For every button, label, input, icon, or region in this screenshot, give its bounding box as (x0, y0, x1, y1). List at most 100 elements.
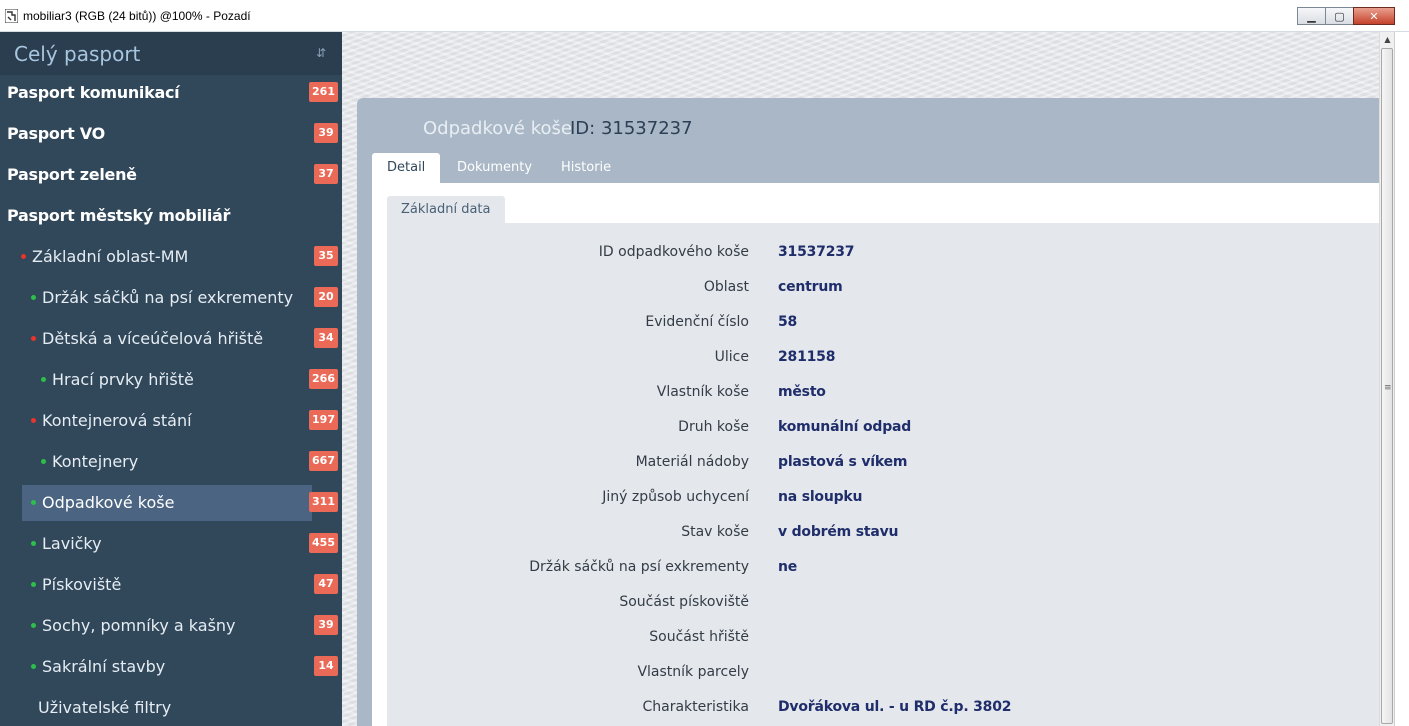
sidebar-header: Celý pasport ⇵ (0, 32, 342, 75)
sidebar-item-label: Sochy, pomníky a kašny (42, 616, 236, 635)
minimize-button[interactable]: ▁ (1297, 7, 1326, 25)
status-dot-green (31, 500, 36, 505)
status-dot-green (31, 582, 36, 587)
panel-title: Odpadkové koše (423, 118, 572, 139)
sidebar-item-pasport-vo[interactable]: Pasport VO 39 (0, 116, 342, 152)
window-controls: ▁ ▢ ✕ (1297, 7, 1395, 25)
count-badge: 37 (314, 164, 338, 184)
field-label: Vlastník koše (656, 384, 749, 400)
field-value: plastová s víkem (778, 454, 908, 470)
tab-dokumenty[interactable]: Dokumenty (442, 153, 547, 183)
sidebar-item-uzivatelske-filtry[interactable]: Uživatelské filtry (0, 690, 342, 726)
count-badge: 311 (309, 492, 338, 512)
field-row: Oblast centrum (387, 270, 1379, 305)
scroll-thumb[interactable]: ≡ (1381, 48, 1393, 724)
sidebar-item-drzak-sacku[interactable]: Držák sáčků na psí exkrementy 20 (0, 280, 342, 316)
sidebar-item-pasport-mestsky-mobiliar[interactable]: Pasport městský mobiliář (0, 198, 342, 234)
status-dot-red (21, 254, 26, 259)
tab-historie[interactable]: Historie (546, 153, 626, 183)
field-value: v dobrém stavu (778, 524, 899, 540)
sidebar-item-label: Odpadkové koše (42, 493, 175, 512)
photoshop-app-icon (5, 9, 18, 23)
scroll-up-arrow-icon[interactable]: ▲ (1380, 32, 1395, 47)
field-row: Jiný způsob uchycení na sloupku (387, 480, 1379, 515)
sidebar-item-kontejnery[interactable]: Kontejnery 667 (0, 444, 342, 480)
field-row: Držák sáčků na psí exkrementy ne (387, 550, 1379, 585)
count-badge: 455 (309, 533, 338, 553)
sidebar-item-label: Pasport zeleně (7, 165, 137, 184)
vertical-scrollbar[interactable]: ▲ ≡ (1379, 32, 1394, 726)
minimize-icon: ▁ (1307, 9, 1316, 23)
field-value: město (778, 384, 826, 400)
sidebar-item-lavicky[interactable]: Lavičky 455 (0, 526, 342, 562)
sidebar-item-odpadkove-kose[interactable]: Odpadkové koše 311 (0, 485, 342, 521)
field-row: Charakteristika Dvořákova ul. - u RD č.p.… (387, 690, 1379, 725)
window-titlebar: mobiliar3 (RGB (24 bitů)) @100% - Pozadí… (0, 0, 1409, 32)
status-dot-red (31, 336, 36, 341)
count-badge: 266 (309, 369, 338, 389)
count-badge: 20 (314, 287, 338, 307)
window-edge (1394, 32, 1409, 726)
close-icon: ✕ (1369, 9, 1379, 23)
sidebar-item-detska-hriste[interactable]: Dětská a víceúčelová hřiště 34 (0, 321, 342, 357)
sidebar-item-sakralni-stavby[interactable]: Sakrální stavby 14 (0, 649, 342, 685)
field-row: Vlastník koše město (387, 375, 1379, 410)
sidebar-item-kontejnerova-stani[interactable]: Kontejnerová stání 197 (0, 403, 342, 439)
status-dot-green (41, 459, 46, 464)
pin-icon[interactable]: ⇵ (316, 46, 326, 60)
status-dot-green (31, 623, 36, 628)
count-badge: 34 (314, 328, 338, 348)
field-row: ID odpadkového koše 31537237 (387, 235, 1379, 270)
count-badge: 39 (314, 123, 338, 143)
sidebar-item-label: Pasport VO (7, 124, 105, 143)
count-badge: 39 (314, 615, 338, 635)
field-value: 58 (778, 314, 798, 330)
sidebar-item-piskoviste[interactable]: Pískoviště 47 (0, 567, 342, 603)
count-badge: 47 (314, 574, 338, 594)
field-value: komunální odpad (778, 419, 912, 435)
field-row: Stav koše v dobrém stavu (387, 515, 1379, 550)
section-tab-zakladni-data[interactable]: Základní data (387, 196, 505, 224)
sidebar-item-hraci-prvky[interactable]: Hrací prvky hřiště 266 (0, 362, 342, 398)
field-label: Součást hřiště (649, 629, 749, 645)
maximize-button[interactable]: ▢ (1325, 7, 1354, 25)
record-id: ID: 31537237 (570, 118, 693, 139)
field-row: Evidenční číslo 58 (387, 305, 1379, 340)
sidebar: Celý pasport ⇵ Pasport komunikací 261 Pa… (0, 32, 342, 726)
field-label: Součást pískoviště (619, 594, 749, 610)
field-label: Vlastník parcely (637, 664, 749, 680)
sidebar-item-label: Pískoviště (42, 575, 122, 594)
field-label: Držák sáčků na psí exkrementy (529, 559, 749, 575)
main-area: Odpadkové koše ID: 31537237 Detail Dokum… (342, 32, 1379, 726)
sidebar-item-label: Uživatelské filtry (38, 698, 172, 717)
field-row: Vlastník parcely (387, 655, 1379, 690)
detail-panel: Odpadkové koše ID: 31537237 Detail Dokum… (357, 98, 1379, 726)
field-value: na sloupku (778, 489, 863, 505)
field-label: Evidenční číslo (645, 314, 749, 330)
status-dot-green (41, 377, 46, 382)
detail-body: Základní data ID odpadkového koše 3153723… (372, 183, 1379, 726)
tab-detail[interactable]: Detail (372, 153, 441, 183)
field-label: Materiál nádoby (635, 454, 749, 470)
status-dot-red (31, 418, 36, 423)
sidebar-item-pasport-komunikaci[interactable]: Pasport komunikací 261 (0, 75, 342, 111)
field-label: Ulice (714, 349, 749, 365)
sidebar-item-zakladni-oblast-mm[interactable]: Základní oblast-MM 35 (0, 239, 342, 275)
field-label: Jiný způsob uchycení (602, 489, 749, 505)
close-button[interactable]: ✕ (1353, 7, 1395, 25)
sidebar-item-sochy[interactable]: Sochy, pomníky a kašny 39 (0, 608, 342, 644)
sidebar-item-pasport-zelene[interactable]: Pasport zeleně 37 (0, 157, 342, 193)
sidebar-title: Celý pasport (14, 42, 141, 66)
field-value: 31537237 (778, 244, 855, 260)
field-value: ne (778, 559, 798, 575)
field-value: centrum (778, 279, 843, 295)
sidebar-item-label: Kontejnery (52, 452, 139, 471)
field-value: Dvořákova ul. - u RD č.p. 3802 (778, 699, 1012, 715)
field-row: Materiál nádoby plastová s víkem (387, 445, 1379, 480)
sidebar-item-label: Pasport městský mobiliář (7, 206, 231, 225)
window-title: mobiliar3 (RGB (24 bitů)) @100% - Pozadí (23, 9, 251, 23)
sidebar-item-label: Dětská a víceúčelová hřiště (42, 329, 264, 348)
field-list: ID odpadkového koše 31537237 Oblast centru… (387, 223, 1379, 726)
maximize-icon: ▢ (1334, 9, 1345, 23)
sidebar-item-label: Kontejnerová stání (42, 411, 192, 430)
